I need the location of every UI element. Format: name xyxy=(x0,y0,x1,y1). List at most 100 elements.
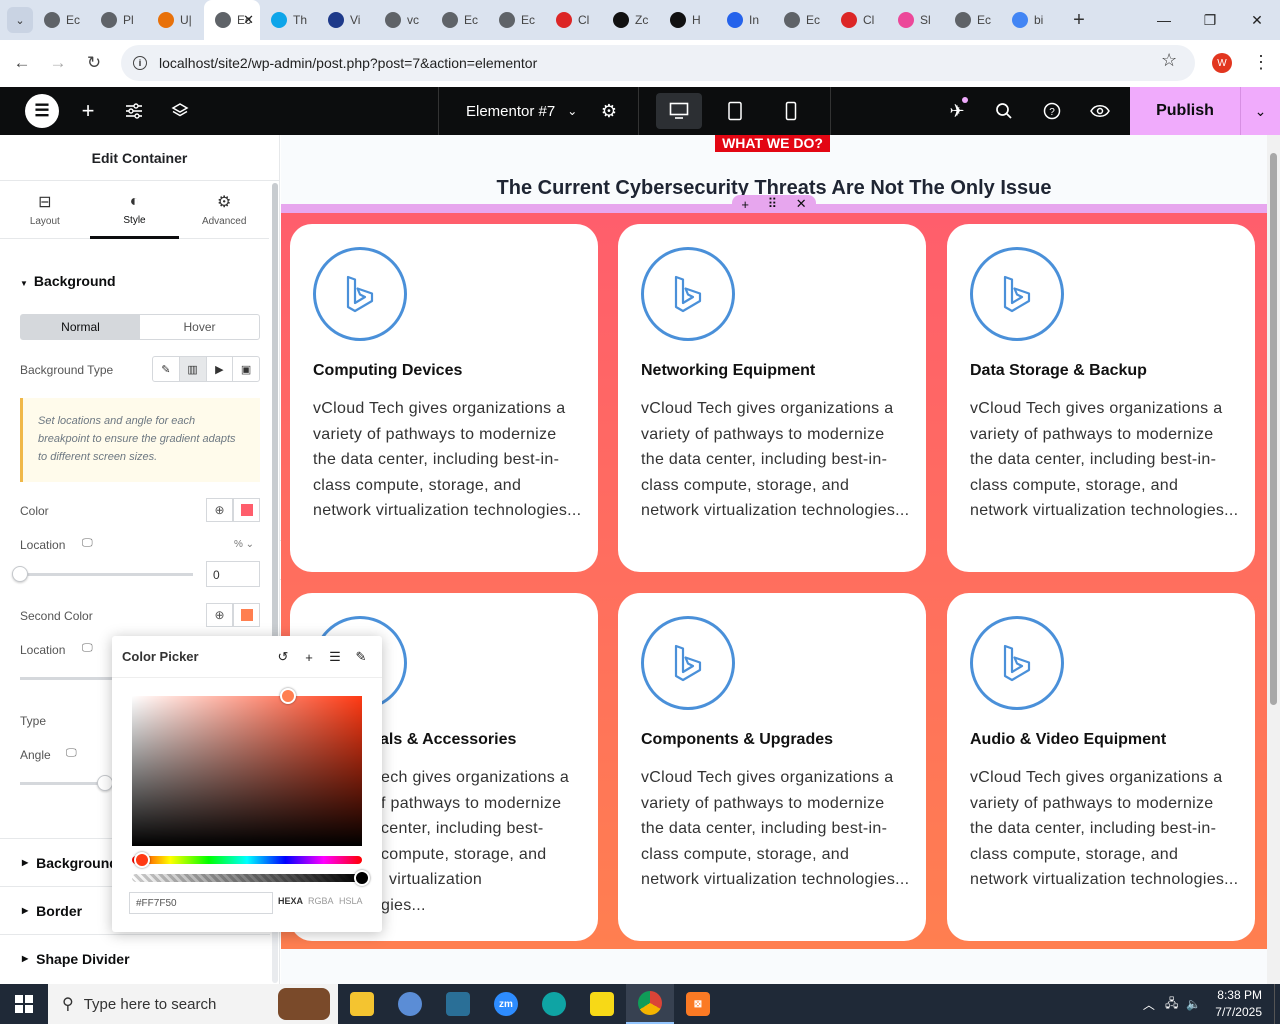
document-title-dropdown[interactable]: Elementor #7 ⌄ xyxy=(466,87,577,135)
browser-tab[interactable]: Vi xyxy=(317,0,374,40)
angle-slider-handle[interactable] xyxy=(97,775,113,791)
forward-button[interactable]: → xyxy=(40,53,76,73)
eyedropper-icon[interactable]: ✎ xyxy=(350,646,372,668)
responsive-desktop-icon[interactable]: 🖵 xyxy=(82,537,93,550)
shape-divider-section[interactable]: ▶ Shape Divider xyxy=(0,934,270,982)
zoom-icon[interactable]: zm xyxy=(482,984,530,1024)
format-hexa[interactable]: HEXA xyxy=(278,896,303,906)
browser-tab[interactable]: Ec xyxy=(33,0,90,40)
hue-handle[interactable] xyxy=(134,852,150,868)
tab-advanced[interactable]: ⚙ Advanced xyxy=(179,181,269,238)
volume-icon[interactable]: 🔈 xyxy=(1186,997,1201,1011)
reset-icon[interactable]: ↺ xyxy=(272,646,294,668)
help-icon[interactable]: ? xyxy=(1039,87,1065,135)
slideshow-icon[interactable]: ▣ xyxy=(233,357,259,381)
new-tab-button[interactable]: + xyxy=(1064,9,1094,32)
file-explorer-icon[interactable] xyxy=(338,984,386,1024)
browser-tab[interactable]: bi xyxy=(1001,0,1058,40)
network-icon[interactable]: 🖧 xyxy=(1165,994,1178,1015)
close-window-button[interactable]: ✕ xyxy=(1234,0,1280,40)
drag-handle-icon[interactable]: ⠿ xyxy=(768,196,778,212)
background-section-toggle[interactable]: ▼ Background xyxy=(20,273,116,289)
show-desktop-button[interactable] xyxy=(1274,984,1280,1024)
reload-button[interactable]: ↻ xyxy=(76,53,112,73)
opacity-slider[interactable] xyxy=(132,874,362,882)
delete-container-icon[interactable]: ✕ xyxy=(796,196,807,212)
bookmark-star-icon[interactable]: ☆ xyxy=(1161,50,1177,71)
second-location-slider-track[interactable] xyxy=(20,677,120,680)
global-colors-stack-icon[interactable]: ☰ xyxy=(324,646,346,668)
browser-tab[interactable]: In xyxy=(716,0,773,40)
back-button[interactable]: ← xyxy=(4,53,40,73)
saturation-handle[interactable] xyxy=(280,688,296,704)
format-rgba[interactable]: RGBA xyxy=(308,896,334,906)
page-settings-gear-icon[interactable]: ⚙ xyxy=(596,87,622,135)
browser-tab[interactable]: U| xyxy=(147,0,204,40)
restore-button[interactable]: ❐ xyxy=(1187,0,1233,40)
gradient-icon[interactable]: ▥ xyxy=(179,357,207,381)
location-unit[interactable]: % ⌄ xyxy=(234,539,254,550)
hue-slider[interactable] xyxy=(132,856,362,864)
location-input[interactable]: 0 xyxy=(206,561,260,587)
service-card[interactable]: Audio & Video Equipment vCloud Tech gives… xyxy=(947,593,1255,941)
canvas-scrollbar[interactable] xyxy=(1267,135,1280,984)
color-swatch[interactable] xyxy=(233,498,260,522)
notifications-rocket-icon[interactable]: ✈ xyxy=(944,87,970,135)
browser-tab[interactable]: Ec xyxy=(773,0,830,40)
browser-tab[interactable]: Sl xyxy=(887,0,944,40)
location-slider-track[interactable] xyxy=(20,573,193,576)
browser-tab[interactable]: H xyxy=(659,0,716,40)
mobile-view-icon[interactable] xyxy=(778,87,804,135)
tab-style[interactable]: ◐ Style xyxy=(89,181,180,239)
desktop-view-icon[interactable] xyxy=(666,87,692,135)
browser-tab[interactable]: Cl xyxy=(830,0,887,40)
tab-layout[interactable]: ⊟ Layout xyxy=(0,181,90,238)
sticky-notes-icon[interactable] xyxy=(578,984,626,1024)
chrome-icon[interactable] xyxy=(626,984,674,1024)
tablet-view-icon[interactable] xyxy=(722,87,748,135)
url-field[interactable]: i localhost/site2/wp-admin/post.php?post… xyxy=(121,45,1195,81)
video-icon[interactable]: ▶ xyxy=(207,357,234,381)
service-card[interactable]: Networking Equipment vCloud Tech gives or… xyxy=(618,224,926,572)
add-element-icon[interactable]: + xyxy=(76,87,100,135)
close-tab-icon[interactable]: ✕ xyxy=(243,12,254,28)
clock[interactable]: 8:38 PM 7/7/2025 xyxy=(1215,987,1274,1021)
structure-layers-icon[interactable] xyxy=(168,87,192,135)
xampp-icon[interactable]: ⊠ xyxy=(674,984,722,1024)
taskbar-search[interactable]: ⚲ Type here to search xyxy=(48,984,338,1024)
browser-tab[interactable]: Ec ✕ xyxy=(204,0,260,40)
second-color-swatch[interactable] xyxy=(233,603,260,627)
responsive-desktop-icon-2[interactable]: 🖵 xyxy=(82,642,93,655)
browser-tab[interactable]: Ec xyxy=(488,0,545,40)
windows-start-icon[interactable] xyxy=(0,984,48,1024)
format-hsla[interactable]: HSLA xyxy=(339,896,363,906)
state-hover[interactable]: Hover xyxy=(140,315,259,339)
service-card[interactable]: Data Storage & Backup vCloud Tech gives o… xyxy=(947,224,1255,572)
hex-input[interactable]: #FF7F50 xyxy=(129,892,273,914)
elementor-logo-icon[interactable]: ☰ xyxy=(25,94,59,128)
state-normal[interactable]: Normal xyxy=(21,315,140,339)
tab-search-button[interactable]: ⌄ xyxy=(7,7,33,33)
browser-tab[interactable]: Ec xyxy=(944,0,1001,40)
location-slider-handle[interactable] xyxy=(12,566,28,582)
app-hexagon-icon[interactable] xyxy=(434,984,482,1024)
global-colors-globe-icon-2[interactable]: ⊕ xyxy=(206,603,233,627)
edge-icon[interactable] xyxy=(530,984,578,1024)
preview-eye-icon[interactable] xyxy=(1087,87,1113,135)
what-we-do-badge[interactable]: WHAT WE DO? xyxy=(715,135,830,152)
minimize-button[interactable]: — xyxy=(1141,0,1187,40)
tray-chevron-up-icon[interactable]: ︿ xyxy=(1143,996,1155,1013)
search-icon[interactable] xyxy=(991,87,1017,135)
service-card[interactable]: Computing Devices vCloud Tech gives organ… xyxy=(290,224,598,572)
service-card[interactable]: Components & Upgrades vCloud Tech gives o… xyxy=(618,593,926,941)
site-info-icon[interactable]: i xyxy=(133,56,147,70)
browser-tab[interactable]: Cl xyxy=(545,0,602,40)
add-global-color-icon[interactable]: + xyxy=(298,646,320,668)
browser-tab[interactable]: Th xyxy=(260,0,317,40)
global-colors-globe-icon[interactable]: ⊕ xyxy=(206,498,233,522)
profile-avatar[interactable]: W xyxy=(1212,53,1232,73)
gradient-container[interactable]: Computing Devices vCloud Tech gives organ… xyxy=(281,204,1267,949)
publish-options-chevron-icon[interactable]: ⌄ xyxy=(1240,87,1280,135)
responsive-desktop-icon-3[interactable]: 🖵 xyxy=(66,747,77,760)
site-settings-icon[interactable] xyxy=(122,87,146,135)
